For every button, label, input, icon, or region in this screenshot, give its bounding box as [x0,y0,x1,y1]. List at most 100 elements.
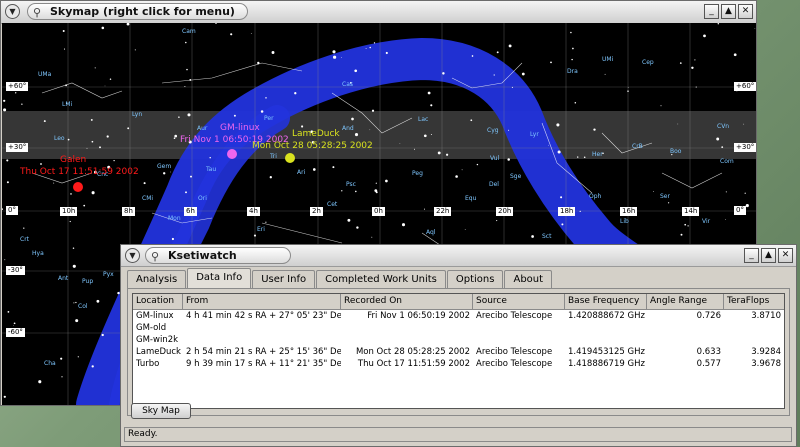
star [627,87,629,88]
star [43,120,46,123]
star [13,325,14,326]
star [493,74,495,76]
star [171,237,174,241]
cell-angle-range [647,334,724,346]
star [371,109,375,112]
star [215,23,217,24]
column-header-base-frequency[interactable]: Base Frequency [565,294,647,309]
star [61,376,63,378]
table-row[interactable]: GM-linux 4 h 41 min 42 s RA + 27° 05' 23"… [133,310,784,322]
star [399,142,401,144]
constellation-line [661,172,723,189]
table-row[interactable]: GM-win2k [133,334,784,346]
ksetiwatch-title-pill: ⚲ Ksetiwatch [145,247,291,264]
constellation-label: Gem [157,163,172,170]
star [347,218,351,222]
star [77,356,79,358]
star [496,220,498,222]
dec-label: 0° [734,206,746,215]
ra-label: 20h [496,207,514,216]
constellation-label: UMa [38,71,52,78]
star [67,138,70,141]
maximize-icon[interactable]: ▲ [721,4,736,19]
cell-recorded-on [341,322,473,334]
star [745,204,749,208]
minimize-icon[interactable]: _ [744,248,759,263]
star [548,144,549,146]
table-row[interactable]: GM-old [133,322,784,334]
maximize-icon[interactable]: ▲ [761,248,776,263]
tab-user-info[interactable]: User Info [252,270,316,288]
tab-options[interactable]: Options [446,270,504,288]
window-menu-icon[interactable]: ▼ [5,4,20,19]
close-icon[interactable]: ✕ [778,248,793,263]
data-info-table[interactable]: Location From Recorded On Source Base Fr… [132,293,785,409]
star [265,97,267,99]
column-header-angle-range[interactable]: Angle Range [647,294,724,309]
column-header-recorded-on[interactable]: Recorded On [341,294,473,309]
cell-teraflops: 3.8710 [751,311,781,321]
star [627,90,629,92]
ra-label: 8h [122,207,135,216]
star [134,49,136,51]
constellation-label: Her [592,151,603,158]
star [7,311,10,313]
star [301,125,304,128]
star [265,221,267,223]
star [572,47,574,50]
table-row[interactable]: Turbo 9 h 39 min 17 s RA + 11° 21' 35" De… [133,358,784,370]
star [104,85,106,87]
cell-recorded-on [341,334,473,346]
marker-gm-linux-dot [227,149,237,159]
ksetiwatch-title: Ksetiwatch [168,249,237,262]
star [375,182,377,184]
star [373,42,376,44]
dec-label: +30° [734,143,756,152]
star [679,62,682,64]
constellation-label: Vul [490,155,500,162]
star [70,193,72,195]
tab-about[interactable]: About [504,270,553,288]
marker-galen-dot [73,182,83,192]
star [73,302,75,304]
star [294,92,297,95]
column-header-location[interactable]: Location [133,294,183,309]
star [72,247,75,249]
star [733,53,737,57]
column-header-teraflops[interactable]: TeraFlops [724,294,784,309]
star [354,133,359,137]
star [550,61,552,64]
cell-source: Arecibo Telescope [476,359,553,369]
ra-label: 10h [60,207,78,216]
close-icon[interactable]: ✕ [738,4,753,19]
ra-label: 0h [372,207,385,216]
star [83,204,86,207]
ksetiwatch-titlebar[interactable]: ▼ ⚲ Ksetiwatch _ ▲ ✕ [121,245,796,267]
cell-from [183,322,341,334]
sky-map-button[interactable]: Sky Map [131,403,191,419]
star [184,86,186,87]
skymap-titlebar[interactable]: ▼ ⚲ Skymap (right click for menu) _ ▲ ✕ [1,1,756,24]
marker-label: Galen [60,155,87,165]
star [375,191,378,194]
star [667,202,670,204]
constellation-label: Dra [567,68,578,75]
cell-teraflops [724,322,784,334]
tab-data-info[interactable]: Data Info [187,268,252,288]
tab-analysis[interactable]: Analysis [127,270,187,288]
column-header-from[interactable]: From [183,294,341,309]
minimize-icon[interactable]: _ [704,4,719,19]
window-menu-icon[interactable]: ▼ [125,248,140,263]
ra-label: 2h [310,207,323,216]
column-header-source[interactable]: Source [473,294,565,309]
star [556,123,560,127]
constellation-label: Lyr [530,131,539,138]
star [94,67,96,69]
star [744,192,746,194]
star [72,264,76,268]
star [716,137,720,141]
star [571,58,573,61]
table-row[interactable]: LameDuck 2 h 54 min 21 s RA + 25° 15' 36"… [133,346,784,358]
tab-completed-work-units[interactable]: Completed Work Units [316,270,446,288]
star [38,380,42,384]
